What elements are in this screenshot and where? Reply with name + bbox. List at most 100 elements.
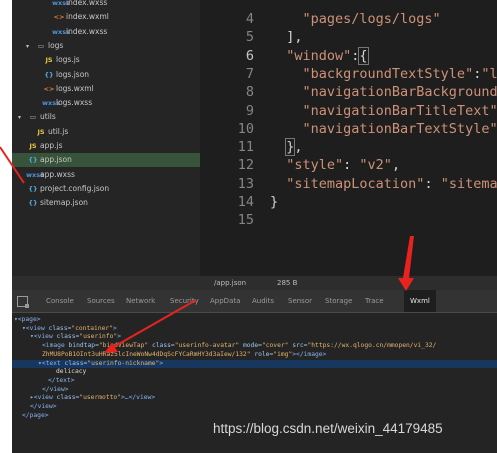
dom-node[interactable]: </view> [12,403,57,412]
devtools-tab-sources[interactable]: Sources [87,290,115,312]
dom-token: "usermotto" [79,394,121,402]
status-file-size: 285 B [277,279,298,287]
line-number: 10 [237,120,254,137]
sidebar-item-label: index.wxss [66,26,108,36]
dom-node[interactable]: </view> [12,386,69,395]
sidebar-file[interactable]: <> index.wxml [12,10,109,24]
sidebar-file[interactable]: {} sitemap.json [12,196,88,210]
line-number: 12 [237,157,254,174]
dom-token: >…</view> [121,394,156,402]
code-line[interactable]: 6 "window":{ [200,46,369,65]
dom-node[interactable]: ▾<text class="userinfo-nickname"> [12,359,497,368]
sidebar-file[interactable]: JS app.js [12,139,63,153]
code-token: "navigationBarTitleText" [270,102,497,119]
dom-node[interactable]: ▸<view class="usermotto">…</view> [12,394,155,403]
code-line[interactable]: 8 "navigationBarBackgroundC [200,83,497,101]
code-token: , [391,157,401,174]
chevron-down-icon[interactable]: ▾ [26,40,34,54]
dom-token: "userinfo-nickname" [87,359,160,367]
sidebar-item-label: project.config.json [40,183,110,193]
dom-node[interactable]: ▾<page> [12,316,41,325]
devtools-tab-audits[interactable]: Audits [252,290,274,312]
dom-token: "cover" [261,342,293,350]
dom-node[interactable]: delicacy [12,368,86,377]
dom-token: </text> [48,376,75,384]
sidebar-folder[interactable]: ▾ ▭ logs [12,39,63,53]
code-token: "l [481,65,497,82]
code-line[interactable]: 5 ], [200,28,303,46]
sidebar-item-label: sitemap.json [40,198,88,208]
dom-node[interactable]: ZhMU8PoB1OInt3uHRaz5lcIneWoNw4dDqScFYCaR… [12,351,326,360]
sidebar-file[interactable]: wxssapp.wxss [12,168,75,182]
inspect-element-icon[interactable] [17,296,29,308]
code-line[interactable]: 9 "navigationBarTitleText": [200,102,497,120]
code-line[interactable]: 15 [200,211,254,229]
sidebar-item-label: util.js [48,126,69,136]
devtools-tab-network[interactable]: Network [126,290,155,312]
devtools-tab-console[interactable]: Console [46,290,74,312]
dom-node[interactable]: ▾<view class="userinfo"> [12,333,121,342]
devtools-tab-trace[interactable]: Trace [365,290,384,312]
sidebar-file[interactable]: JS logs.js [12,53,79,67]
code-token: { [358,46,369,65]
code-editor[interactable]: 4 "pages/logs/logs" 5 ], 6 "window":{7 "ba… [200,0,497,276]
code-line[interactable]: 12 "style": "v2", [200,156,400,174]
file-explorer: wxssindex.wxss <> index.wxml wxssindex.wxss… [12,0,200,276]
line-number: 11 [237,139,254,156]
devtools-tab-wxml[interactable]: Wxml [404,290,436,312]
code-line[interactable]: 11 }, [200,138,303,157]
sidebar-item-label: app.js [40,141,63,150]
code-token: "sitemap [440,175,497,192]
code-line[interactable]: 4 "pages/logs/logs" [200,10,441,28]
dom-token: > [159,359,164,367]
dom-node[interactable]: </page> [12,412,49,421]
code-text: "navigationBarTextStyle": [270,120,497,138]
code-token: "backgroundTextStyle" [270,65,474,82]
status-bar-left [12,276,200,290]
line-number: 6 [245,47,254,64]
code-token: : [424,175,441,192]
code-token: , [294,139,303,156]
code-line[interactable]: 7 "backgroundTextStyle":"l [200,65,497,83]
code-text: "window":{ [270,46,369,65]
code-line[interactable]: 10 "navigationBarTextStyle": [200,120,497,138]
dom-token: class= [64,359,88,367]
dom-token: delicacy [56,368,87,376]
chevron-down-icon[interactable]: ▾ [18,111,26,125]
folder-file-icon: ▭ [29,113,37,122]
dom-token: "bindViewTap" [98,342,152,350]
dom-token: > [113,324,117,332]
dom-token: "https://wx.qlogo.cn/mmopen/vi_32/ [307,342,437,350]
dom-token: </view> [30,403,57,410]
dom-token: </view> [42,385,69,393]
devtools-tab-sensor[interactable]: Sensor [288,290,312,312]
sidebar-file[interactable]: <> logs.wxml [12,82,94,96]
sidebar-file[interactable]: wxssindex.wxss [12,0,107,10]
code-token: } [270,194,279,210]
dom-token: ▾<view [22,324,49,332]
sidebar-file[interactable]: wxsslogs.wxss [12,96,92,110]
wxss-file-icon: wxss [52,0,70,7]
sidebar-item-label: logs.wxml [56,83,94,93]
sidebar-file[interactable]: {} logs.json [12,68,89,82]
devtools-tab-security[interactable]: Security [170,290,199,312]
line-number: 8 [245,84,254,101]
devtools-tab-storage[interactable]: Storage [325,290,352,312]
code-line[interactable]: 13 "sitemapLocation": "sitemap [200,175,497,193]
sidebar-file[interactable]: {} app.json [12,153,200,168]
sidebar-file[interactable]: JS util.js [12,125,68,139]
code-token: "navigationBarTextStyle" [270,120,497,137]
code-token: "pages/logs/logs" [270,11,441,27]
devtools-tab-appdata[interactable]: AppData [210,290,240,312]
code-line[interactable]: 14} [200,193,278,211]
sidebar-file[interactable]: wxssindex.wxss [12,25,107,39]
dom-node[interactable]: ▾<view class="container"> [12,325,117,334]
dom-node[interactable]: <image bindtap="bindViewTap" class="user… [12,342,436,351]
sidebar-item-label: utils [40,112,56,122]
dom-node[interactable]: </text> [12,377,75,386]
code-text: ], [270,28,302,46]
sidebar-file[interactable]: {} project.config.json [12,182,109,196]
sidebar-item-label: logs.wxss [56,98,93,108]
sidebar-folder[interactable]: ▾ ▭ utils [12,110,56,124]
sidebar-item-label: index.wxss [66,0,108,7]
